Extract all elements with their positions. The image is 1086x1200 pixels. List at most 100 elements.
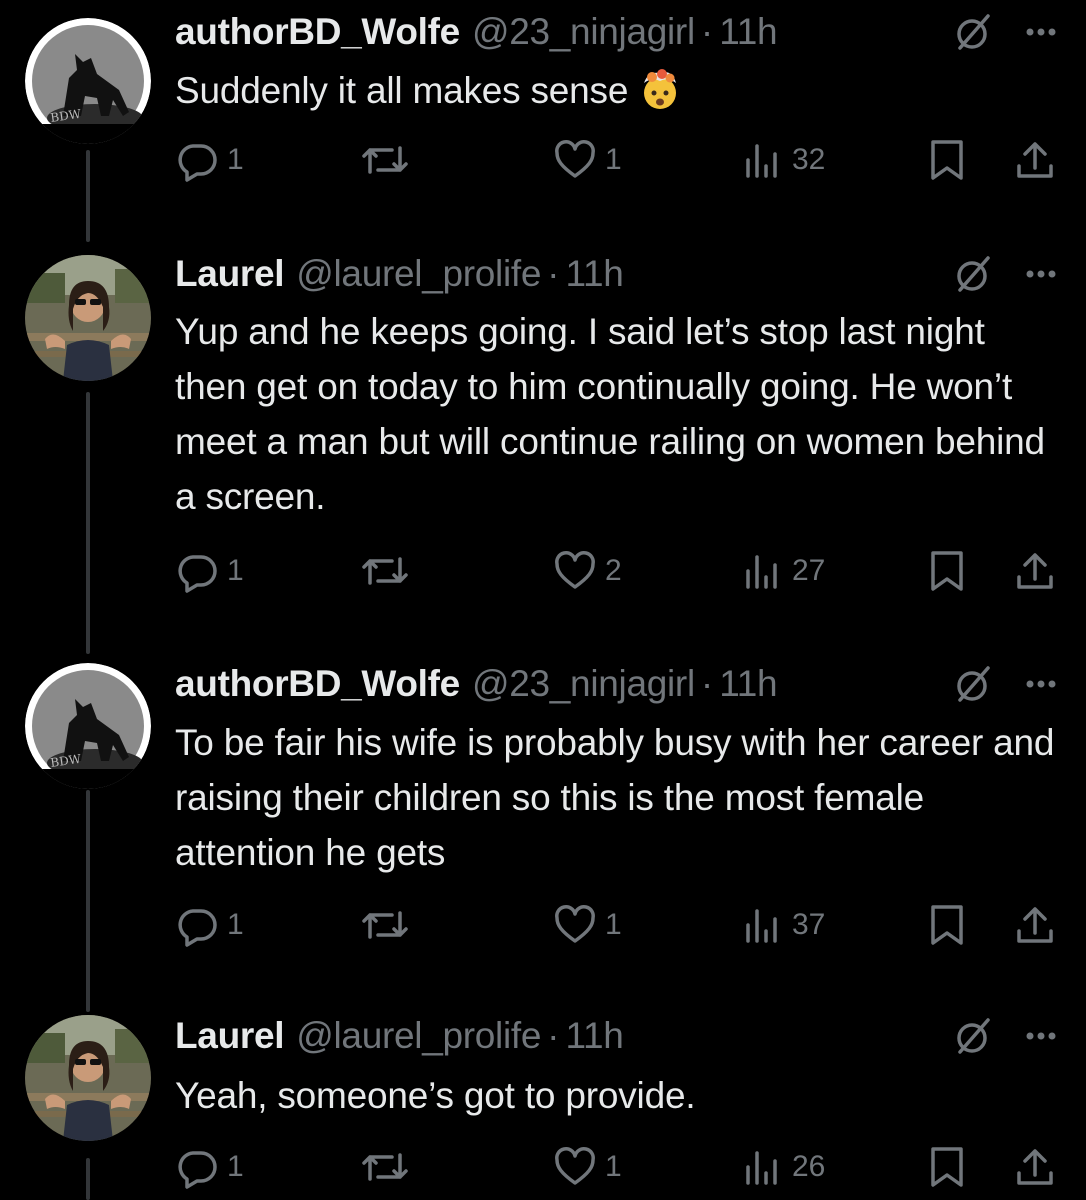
like-icon [555, 140, 595, 178]
repost-button[interactable] [360, 546, 418, 596]
repost-icon [362, 146, 408, 174]
tweet-text: Suddenly it all makes sense [175, 63, 1055, 118]
tweet-text: To be fair his wife is probably busy wit… [175, 722, 1055, 873]
reply-icon [178, 1151, 217, 1189]
reply-button[interactable]: 1 [175, 135, 244, 185]
tweet-actions: 1 1 37 [175, 900, 1060, 950]
repost-button[interactable] [360, 135, 418, 185]
share-button[interactable] [1013, 546, 1057, 596]
like-count: 2 [605, 554, 622, 587]
repost-button[interactable] [360, 900, 418, 950]
timestamp[interactable]: 11h [719, 663, 777, 705]
header-actions [952, 250, 1056, 298]
views-count: 26 [792, 1150, 826, 1183]
header-actions [952, 8, 1056, 56]
tweet-actions: 1 1 32 [175, 135, 1060, 185]
separator-dot: · [700, 663, 714, 704]
author-name[interactable]: Laurel [175, 1015, 285, 1057]
timestamp[interactable]: 11h [566, 1015, 624, 1057]
more-icon[interactable] [1026, 1031, 1056, 1041]
like-button[interactable]: 1 [553, 135, 622, 185]
tweet-actions: 1 1 26 [175, 1142, 1060, 1192]
reply-icon [178, 144, 217, 182]
reply-button[interactable]: 1 [175, 546, 244, 596]
views-button[interactable]: 37 [740, 900, 825, 950]
tweet-actions: 1 2 27 [175, 546, 1060, 596]
wolf-avatar-image: BDW [25, 663, 151, 789]
views-count: 37 [792, 908, 826, 941]
author-name[interactable]: Laurel [175, 253, 285, 295]
tweet[interactable]: BDW authorBD_Wolfe @23_ninjagirl · 11h T… [0, 640, 1086, 1000]
like-button[interactable]: 2 [553, 546, 622, 596]
views-count: 27 [792, 554, 826, 587]
reply-count: 1 [227, 1150, 244, 1183]
like-count: 1 [605, 908, 622, 941]
author-handle[interactable]: @laurel_prolife [296, 1015, 541, 1057]
share-icon [1017, 553, 1053, 589]
author-handle[interactable]: @23_ninjagirl [472, 11, 695, 53]
like-icon [555, 551, 595, 589]
repost-icon [362, 911, 408, 939]
like-icon [555, 905, 595, 943]
bookmark-button[interactable] [927, 546, 967, 596]
timestamp[interactable]: 11h [566, 253, 624, 295]
tweet-header: Laurel @laurel_prolife · 11h [175, 250, 1056, 298]
tweet[interactable]: BDW authorBD_Wolfe @23_ninjagirl · 11h S… [0, 0, 1086, 240]
avatar[interactable]: BDW [25, 663, 151, 789]
header-actions [952, 660, 1056, 708]
views-icon [746, 144, 777, 178]
reply-button[interactable]: 1 [175, 1142, 244, 1192]
tweet[interactable]: Laurel @laurel_prolife · 11h Yeah, someo… [0, 1000, 1086, 1200]
person-photo-avatar-image [25, 1015, 151, 1141]
more-icon[interactable] [1026, 27, 1056, 37]
avatar[interactable] [25, 255, 151, 381]
share-button[interactable] [1013, 900, 1057, 950]
author-name[interactable]: authorBD_Wolfe [175, 11, 460, 53]
author-handle[interactable]: @laurel_prolife [296, 253, 541, 295]
author-name[interactable]: authorBD_Wolfe [175, 663, 460, 705]
views-button[interactable]: 32 [740, 135, 825, 185]
person-photo-avatar-image [25, 255, 151, 381]
tweet-text: Yup and he keeps going. I said let’s sto… [175, 311, 1045, 517]
bookmark-icon [931, 551, 963, 591]
share-icon [1017, 142, 1053, 178]
tweet[interactable]: Laurel @laurel_prolife · 11h Yup and he … [0, 240, 1086, 640]
repost-button[interactable] [360, 1142, 418, 1192]
reply-count: 1 [227, 908, 244, 941]
views-button[interactable]: 27 [740, 546, 825, 596]
views-icon [746, 1151, 777, 1185]
more-icon[interactable] [1026, 269, 1056, 279]
separator-dot: · [700, 11, 714, 52]
like-count: 1 [605, 143, 622, 176]
bookmark-button[interactable] [927, 900, 967, 950]
grok-icon[interactable] [952, 1014, 996, 1058]
bookmark-button[interactable] [927, 1142, 967, 1192]
timestamp[interactable]: 11h [719, 11, 777, 53]
separator-dot: · [547, 253, 560, 294]
reply-count: 1 [227, 143, 244, 176]
like-icon [555, 1147, 595, 1185]
grok-icon[interactable] [952, 252, 996, 296]
views-icon [746, 909, 777, 943]
like-button[interactable]: 1 [553, 900, 622, 950]
bookmark-button[interactable] [927, 135, 967, 185]
separator-dot: · [547, 1015, 560, 1056]
share-button[interactable] [1013, 1142, 1057, 1192]
avatar[interactable]: BDW [25, 18, 151, 144]
views-button[interactable]: 26 [740, 1142, 825, 1192]
grok-icon[interactable] [952, 662, 996, 706]
reply-count: 1 [227, 554, 244, 587]
tweet-header: authorBD_Wolfe @23_ninjagirl · 11h [175, 660, 1056, 708]
reply-button[interactable]: 1 [175, 900, 244, 950]
like-button[interactable]: 1 [553, 1142, 622, 1192]
share-icon [1017, 1149, 1053, 1185]
share-icon [1017, 907, 1053, 943]
more-icon[interactable] [1026, 679, 1056, 689]
exploding-head-emoji [638, 67, 682, 111]
share-button[interactable] [1013, 135, 1057, 185]
views-icon [746, 555, 777, 589]
avatar[interactable] [25, 1015, 151, 1141]
grok-icon[interactable] [952, 10, 996, 54]
author-handle[interactable]: @23_ninjagirl [472, 663, 695, 705]
views-count: 32 [792, 143, 826, 176]
